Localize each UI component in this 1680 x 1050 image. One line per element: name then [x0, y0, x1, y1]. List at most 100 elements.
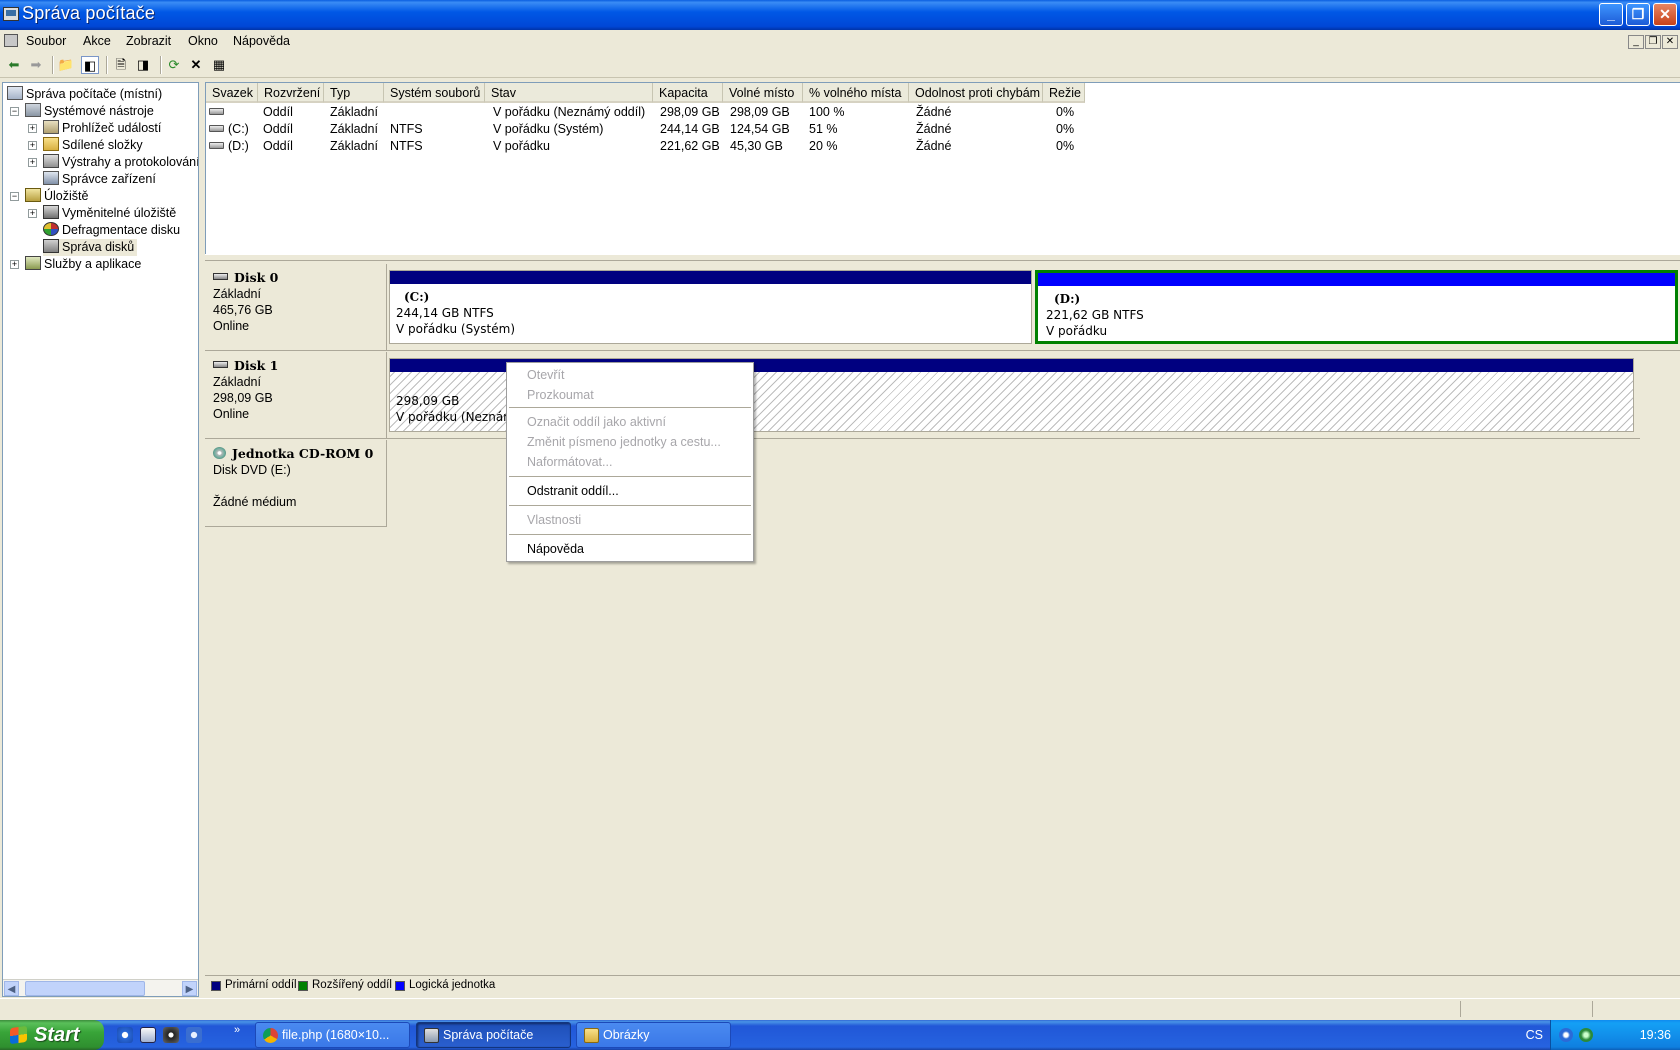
scroll-thumb[interactable] — [25, 981, 145, 996]
word-icon[interactable] — [140, 1027, 156, 1043]
forward-icon[interactable]: ➡ — [27, 56, 45, 74]
tree-item-disk-defragmenter[interactable]: Defragmentace disku — [43, 222, 180, 239]
tree-item-services-apps[interactable]: Služby a aplikace — [25, 256, 141, 273]
system-menu-icon[interactable] — [4, 34, 18, 47]
expand-icon[interactable]: + — [10, 260, 19, 269]
menu-item-delete-partition[interactable]: Odstranit oddíl... — [527, 484, 619, 498]
tree-item-event-viewer[interactable]: Prohlížeč událostí — [43, 120, 161, 137]
column-header[interactable]: % volného místa — [803, 83, 909, 103]
tree-horizontal-scrollbar[interactable]: ◀ ▶ — [3, 979, 198, 996]
tree-item-shared-folders[interactable]: Sdílené složky — [43, 137, 143, 154]
volume-cell: Oddíl — [263, 105, 293, 119]
minimize-button[interactable]: _ — [1599, 3, 1623, 26]
language-indicator[interactable]: CS — [1526, 1028, 1543, 1042]
column-header[interactable]: Kapacita — [653, 83, 723, 103]
volume-list: Svazek Rozvržení Typ Systém souborů Stav… — [205, 82, 1680, 254]
task-computer-management[interactable]: Správa počítače — [416, 1022, 571, 1048]
start-label: Start — [34, 1024, 80, 1046]
menu-item-change-letter[interactable]: Změnit písmeno jednotky a cestu... — [527, 435, 721, 449]
scroll-right-icon[interactable]: ▶ — [182, 981, 197, 996]
menu-item-explore[interactable]: Prozkoumat — [527, 388, 594, 402]
expand-icon[interactable]: + — [28, 209, 37, 218]
tree-item-device-manager[interactable]: Správce zařízení — [43, 171, 156, 188]
mdi-minimize-button[interactable]: _ — [1628, 35, 1644, 49]
menu-napoveda[interactable]: Nápověda — [233, 34, 290, 48]
internet-explorer-icon[interactable] — [117, 1027, 133, 1043]
maximize-button[interactable]: ❐ — [1626, 3, 1650, 26]
system-tray: 19:36 — [1550, 1020, 1680, 1050]
expand-icon[interactable]: + — [28, 124, 37, 133]
tray-network-icon[interactable] — [1579, 1028, 1593, 1042]
mdi-restore-button[interactable]: ❐ — [1645, 35, 1661, 49]
disk-type: Základní — [213, 287, 261, 301]
refresh-icon[interactable]: ⟳ — [165, 56, 183, 74]
task-pictures[interactable]: Obrázky — [576, 1022, 731, 1048]
tree-item-storage[interactable]: Úložiště — [25, 188, 88, 205]
collapse-icon[interactable]: − — [10, 107, 19, 116]
column-header[interactable]: Stav — [485, 83, 653, 103]
disk-properties-icon[interactable]: ▦ — [210, 56, 228, 74]
menu-item-open[interactable]: Otevřít — [527, 368, 565, 382]
column-header[interactable]: Typ — [324, 83, 384, 103]
browser-icon[interactable] — [186, 1027, 202, 1043]
disk-1-label[interactable]: Disk 1 Základní 298,09 GB Online — [205, 352, 387, 439]
media-player-icon[interactable] — [163, 1027, 179, 1043]
back-icon[interactable]: ⬅ — [5, 56, 23, 74]
legend-extended: Rozšířený oddíl — [312, 979, 392, 991]
column-header[interactable]: Rozvržení — [258, 83, 324, 103]
volume-cell: V pořádku (Systém) — [493, 122, 604, 136]
collapse-icon[interactable]: − — [10, 192, 19, 201]
volume-cell: 298,09 GB — [660, 105, 720, 119]
menu-item-help[interactable]: Nápověda — [527, 542, 584, 556]
logical-drive-bar — [1038, 273, 1675, 286]
menu-akce[interactable]: Akce — [83, 34, 111, 48]
column-header[interactable]: Odolnost proti chybám — [909, 83, 1043, 103]
menu-zobrazit[interactable]: Zobrazit — [126, 34, 171, 48]
properties-icon[interactable]: 🗎 — [112, 56, 130, 74]
tree-item-removable-storage[interactable]: Vyměnitelné úložiště — [43, 205, 176, 222]
partition-c[interactable]: (C:) 244,14 GB NTFS V pořádku (Systém) — [389, 270, 1032, 344]
tree-item-system-tools[interactable]: Systémové nástroje — [25, 103, 154, 120]
tree-item-label: Správa počítače (místní) — [26, 87, 163, 101]
start-button[interactable]: Start — [0, 1020, 104, 1050]
delete-icon[interactable]: ✕ — [187, 56, 205, 74]
alerts-icon — [43, 154, 59, 168]
partition-c-info: (C:) 244,14 GB NTFS V pořádku (Systém) — [396, 289, 515, 337]
column-header[interactable]: Režie — [1043, 83, 1085, 103]
quick-launch-chevron-icon[interactable]: » — [234, 1024, 240, 1036]
tree-item-computer-management[interactable]: Správa počítače (místní) — [7, 86, 162, 103]
menu-item-format[interactable]: Naformátovat... — [527, 455, 612, 469]
up-folder-icon[interactable]: 📁 — [57, 56, 75, 74]
scroll-left-icon[interactable]: ◀ — [4, 981, 19, 996]
tree-item-alerts[interactable]: Výstrahy a protokolování výkonu — [43, 154, 198, 171]
column-header[interactable]: Systém souborů — [384, 83, 485, 103]
menu-okno[interactable]: Okno — [188, 34, 218, 48]
column-header[interactable]: Svazek — [206, 83, 258, 103]
pane-splitter[interactable] — [205, 254, 1680, 261]
tray-back-icon[interactable] — [1559, 1028, 1573, 1042]
cdrom-label[interactable]: Jednotka CD-ROM 0 Disk DVD (E:) Žádné mé… — [205, 440, 387, 527]
partition-d[interactable]: (D:) 221,62 GB NTFS V pořádku — [1035, 270, 1678, 344]
menu-item-mark-active[interactable]: Označit oddíl jako aktivní — [527, 415, 666, 429]
close-button[interactable]: ✕ — [1653, 3, 1677, 26]
disk-0-label[interactable]: Disk 0 Základní 465,76 GB Online — [205, 264, 387, 351]
task-label: Správa počítače — [443, 1028, 534, 1042]
tree-item-disk-management[interactable]: Správa disků — [43, 239, 138, 256]
show-tree-icon[interactable]: ◧ — [81, 56, 99, 74]
clock[interactable]: 19:36 — [1640, 1028, 1671, 1042]
volume-cell: 45,30 GB — [730, 139, 783, 153]
column-header[interactable]: Volné místo — [723, 83, 803, 103]
volume-cell: 0% — [1056, 105, 1075, 119]
volume-cell[interactable]: (D:) — [228, 139, 249, 153]
expand-icon[interactable]: + — [28, 141, 37, 150]
menu-item-properties[interactable]: Vlastnosti — [527, 513, 581, 527]
help-icon[interactable]: ◨ — [134, 56, 152, 74]
volume-cell[interactable]: (C:) — [228, 122, 249, 136]
task-file-php[interactable]: file.php (1680×10... — [255, 1022, 410, 1048]
menu-soubor[interactable]: Soubor — [26, 34, 66, 48]
expand-icon[interactable]: + — [28, 158, 37, 167]
task-label: Obrázky — [603, 1028, 650, 1042]
mdi-close-button[interactable]: ✕ — [1662, 35, 1678, 49]
partition-letter: (D:) — [1054, 292, 1081, 306]
disk-status: Online — [213, 319, 250, 333]
